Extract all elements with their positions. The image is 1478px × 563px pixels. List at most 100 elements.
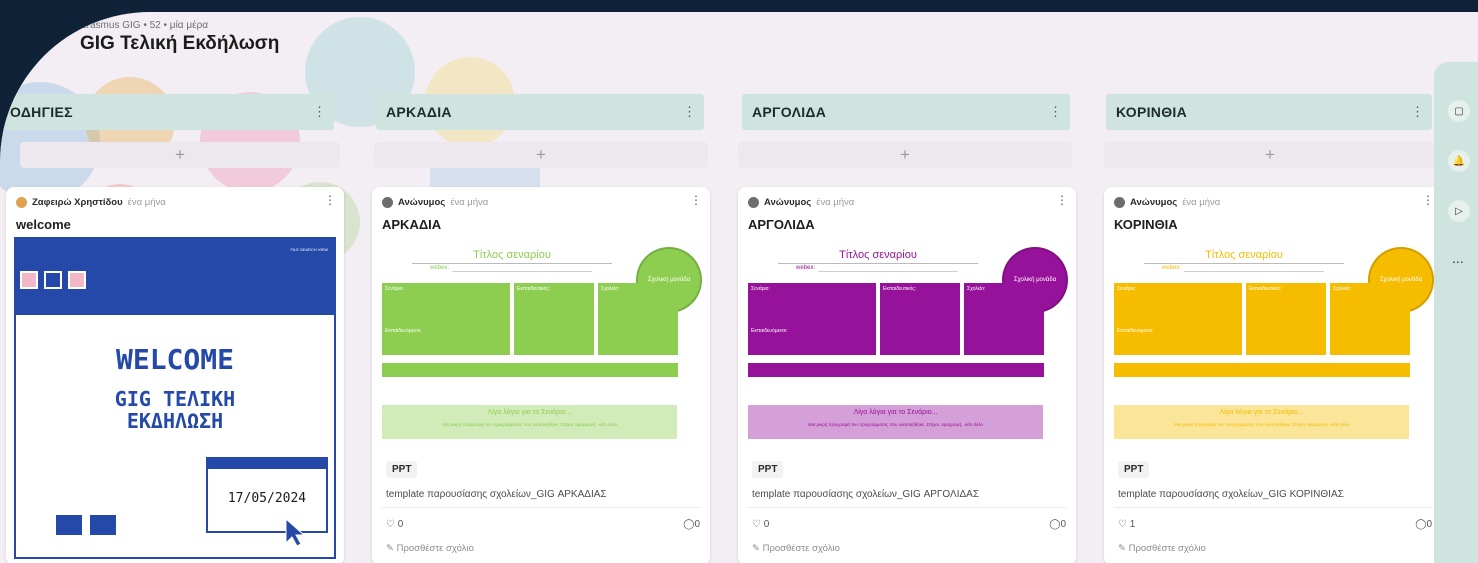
description-title: Λίγα λόγια για το Σενάριο... <box>487 409 572 416</box>
divider <box>748 507 1066 508</box>
kebab-icon[interactable]: ⋮ <box>324 193 336 207</box>
add-comment-field[interactable]: ✎ Προσθέστε σχόλιο <box>386 543 474 554</box>
board-meta: Erasmus GIG • 52 • μία μέρα <box>80 20 209 31</box>
post-time: ένα μήνα <box>1182 197 1221 208</box>
kebab-icon[interactable]: ⋮ <box>1056 193 1068 207</box>
goals-bar <box>748 363 1044 377</box>
attachment-name[interactable]: template παρουσίασης σχολείων_GIG ΚΟΡΙΝΘ… <box>1118 489 1344 500</box>
like-count: 1 <box>1129 519 1136 530</box>
avatar <box>382 197 393 208</box>
school-block: Σχολείο: <box>964 283 1044 355</box>
cursor-icon <box>285 517 306 547</box>
file-type-badge: PPT <box>386 461 418 478</box>
add-post-button[interactable]: + <box>374 142 708 168</box>
kebab-icon[interactable]: ⋮ <box>1422 193 1434 207</box>
like-count: 0 <box>397 519 404 530</box>
like-button[interactable]: ♡ 0 <box>386 519 403 530</box>
event-heading-1: GIG ΤΕΛΙΚΗ <box>114 387 236 411</box>
scenario-template-image[interactable]: Τίτλος σεναρίου webex: Σχολική μονάδα Σε… <box>1114 245 1434 455</box>
like-button[interactable]: ♡ 1 <box>1118 519 1135 530</box>
more-icon[interactable]: ... <box>1452 250 1464 266</box>
like-button[interactable]: ♡ 0 <box>752 519 769 530</box>
scenario-template-image[interactable]: Τίτλος σεναρίου webex: Σχολική μονάδα Σε… <box>382 245 702 455</box>
kebab-icon[interactable]: ⋮ <box>1411 104 1424 120</box>
post-card[interactable]: Ανώνυμος ένα μήνα ⋮ ΑΡΚΑΔΙΑ Τίτλος σεναρ… <box>372 187 710 563</box>
comment-count[interactable]: ◯0 <box>1049 519 1066 530</box>
post-title: welcome <box>16 217 71 232</box>
post-time: ένα μήνα <box>816 197 855 208</box>
author-name: Ανώνυμος <box>1130 197 1178 208</box>
column-header-odigies[interactable]: ΟΔΗΓΙΕΣ ⋮ <box>0 94 334 130</box>
comment-icon: ◯ <box>683 519 695 530</box>
school-block: Σχολείο: <box>598 283 678 355</box>
square-icon[interactable]: ▢ <box>1448 100 1470 122</box>
attachment-name[interactable]: template παρουσίασης σχολείων_GIG ΑΡΓΟΛΙ… <box>752 489 979 500</box>
add-comment-field[interactable]: ✎ Προσθέστε σχόλιο <box>752 543 840 554</box>
comment-number: 0 <box>694 519 700 530</box>
play-icon[interactable]: ▷ <box>1448 200 1470 222</box>
post-card-welcome[interactable]: Ζαφειρώ Χρηστίδου ένα μήνα ⋮ welcome FIL… <box>6 187 344 563</box>
webex-label: webex: <box>1162 265 1182 271</box>
column-title: ΑΡΚΑΔΙΑ <box>386 104 452 120</box>
add-comment-icon: ✎ <box>386 543 394 554</box>
comment-number: 0 <box>1426 519 1432 530</box>
learners-label: Εκπαιδευόμενοι: <box>385 328 422 334</box>
comment-icon: ◯ <box>1049 519 1061 530</box>
description-title: Λίγα λόγια για το Σενάριο... <box>1219 409 1304 416</box>
teacher-block: Εκπαιδευτικός: <box>880 283 960 355</box>
divider <box>1114 507 1432 508</box>
column-title: ΚΟΡΙΝΘΙΑ <box>1116 104 1187 120</box>
learners-label: Εκπαιδευόμενοι: <box>1117 328 1154 334</box>
add-comment-field[interactable]: ✎ Προσθέστε σχόλιο <box>1118 543 1206 554</box>
minimize-icon <box>68 271 86 289</box>
post-card[interactable]: Ανώνυμος ένα μήνα ⋮ ΚΟΡΙΝΘΙΑ Τίτλος σενα… <box>1104 187 1442 563</box>
comment-icon: ◯ <box>1415 519 1427 530</box>
scenario-title: Τίτλος σεναρίου <box>1144 249 1344 264</box>
column-header-korinthia[interactable]: ΚΟΡΙΝΘΙΑ ⋮ <box>1106 94 1432 130</box>
column-header-argolida[interactable]: ΑΡΓΟΛΙΔΑ ⋮ <box>742 94 1070 130</box>
comment-number: 0 <box>1060 519 1066 530</box>
kebab-icon[interactable]: ⋮ <box>1049 104 1062 120</box>
file-type-badge: PPT <box>752 461 784 478</box>
kebab-icon[interactable]: ⋮ <box>690 193 702 207</box>
post-time: ένα μήνα <box>450 197 489 208</box>
description-text: Μια μικρή περιγραφή του προγράμματος που… <box>442 422 617 427</box>
description-text: Μια μικρή περιγραφή του προγράμματος που… <box>1174 422 1349 427</box>
comment-count[interactable]: ◯0 <box>683 519 700 530</box>
event-heading-2: ΕΚΔΗΛΩΣΗ <box>126 409 224 433</box>
divider <box>382 507 700 508</box>
kebab-icon[interactable]: ⋮ <box>313 104 326 120</box>
webex-line <box>452 271 592 272</box>
add-post-button[interactable]: + <box>1104 142 1436 168</box>
column-title: ΟΔΗΓΙΕΣ <box>10 104 73 120</box>
add-post-button[interactable]: + <box>738 142 1072 168</box>
add-post-button[interactable]: + <box>20 142 340 168</box>
heart-icon: ♡ <box>1118 519 1127 530</box>
attachment-name[interactable]: template παρουσίασης σχολείων_GIG ΑΡΚΑΔΙ… <box>386 489 607 500</box>
comment-count[interactable]: ◯0 <box>1415 519 1432 530</box>
heart-icon: ♡ <box>752 519 761 530</box>
post-title: ΚΟΡΙΝΘΙΑ <box>1114 217 1178 232</box>
post-author: Ανώνυμος ένα μήνα <box>1114 197 1220 208</box>
webex-line <box>818 271 958 272</box>
bell-icon[interactable]: 🔔 <box>1448 150 1470 172</box>
description-strip: Λίγα λόγια για το Σενάριο... Μια μικρή π… <box>748 405 1043 439</box>
kebab-icon[interactable]: ⋮ <box>683 104 696 120</box>
teacher-block: Εκπαιδευτικός: <box>514 283 594 355</box>
column-title: ΑΡΓΟΛΙΔΑ <box>752 104 827 120</box>
teacher-block: Εκπαιδευτικός: <box>1246 283 1326 355</box>
retro-menu: FILE SEARCH VIEW <box>290 247 328 252</box>
scenario-template-image[interactable]: Τίτλος σεναρίου webex: Σχολική μονάδα Σε… <box>748 245 1068 455</box>
maximize-icon <box>44 271 62 289</box>
welcome-image[interactable]: FILE SEARCH VIEW WELCOME GIG ΤΕΛΙΚΗ ΕΚΔΗ… <box>14 237 336 559</box>
description-title: Λίγα λόγια για το Σενάριο... <box>853 409 938 416</box>
column-header-arkadia[interactable]: ΑΡΚΑΔΙΑ ⋮ <box>376 94 704 130</box>
board-title[interactable]: GIG Τελική Εκδήλωση <box>80 33 279 55</box>
author-name: Ζαφειρώ Χρηστίδου <box>32 197 123 208</box>
post-card[interactable]: Ανώνυμος ένα μήνα ⋮ ΑΡΓΟΛΙΔΑ Τίτλος σενα… <box>738 187 1076 563</box>
school-block: Σχολείο: <box>1330 283 1410 355</box>
description-text: Μια μικρή περιγραφή του προγράμματος που… <box>808 422 983 427</box>
post-author: Ανώνυμος ένα μήνα <box>748 197 854 208</box>
avatar <box>748 197 759 208</box>
file-type-badge: PPT <box>1118 461 1150 478</box>
